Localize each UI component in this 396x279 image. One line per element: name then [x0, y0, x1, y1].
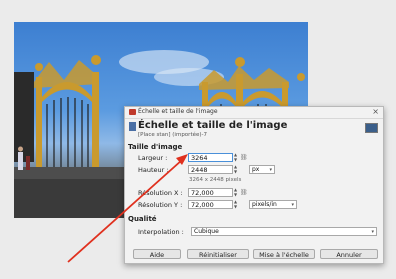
header-subtitle: [Place stan] (importée)-7: [138, 132, 207, 138]
chain-icon[interactable]: ⛓: [240, 154, 248, 174]
width-field[interactable]: 3264: [188, 153, 233, 162]
scale-button[interactable]: Mise à l'échelle: [253, 249, 315, 259]
help-button[interactable]: Aide: [133, 249, 181, 259]
dialog-titlebar[interactable]: Échelle et taille de l'image ×: [125, 107, 383, 119]
yres-label: Résolution Y :: [138, 201, 183, 209]
chevron-down-icon: ▾: [291, 202, 294, 208]
xres-spin-arrows-icon[interactable]: ▲ ▼: [233, 187, 238, 197]
chevron-down-icon: ▾: [269, 167, 272, 173]
yres-field[interactable]: 72,000: [188, 200, 233, 209]
width-label: Largeur :: [138, 154, 168, 162]
chevron-down-icon: ▾: [371, 229, 374, 235]
image-size-section-title: Taille d'image: [128, 143, 183, 151]
interpolation-label: Interpolation :: [138, 228, 184, 236]
dialog-header: Échelle et taille de l'image [Place stan…: [125, 119, 383, 139]
quality-section-title: Qualité: [128, 215, 157, 223]
xres-label: Résolution X :: [138, 189, 183, 197]
res-chain-icon[interactable]: ⛓: [240, 189, 248, 209]
scale-icon: [129, 122, 136, 131]
yres-spin-arrows-icon[interactable]: ▲ ▼: [233, 199, 238, 209]
header-title: Échelle et taille de l'image: [138, 120, 288, 131]
gimp-icon: [129, 109, 136, 115]
resolution-unit-select[interactable]: pixels/in ▾: [249, 200, 297, 209]
interpolation-select[interactable]: Cubique ▾: [191, 227, 377, 236]
xres-field[interactable]: 72,000: [188, 188, 233, 197]
resolution-unit-value: pixels/in: [252, 201, 277, 208]
cancel-button[interactable]: Annuler: [320, 249, 378, 259]
close-icon[interactable]: ×: [372, 107, 379, 117]
height-label: Hauteur :: [138, 166, 169, 174]
unit-select[interactable]: px ▾: [249, 165, 275, 174]
scale-image-dialog: Échelle et taille de l'image × Échelle e…: [124, 106, 384, 264]
reset-button[interactable]: Réinitialiser: [187, 249, 249, 259]
unit-select-value: px: [252, 166, 260, 173]
interpolation-value: Cubique: [194, 228, 219, 235]
pixel-dimensions-note: 3264 x 2448 pixels: [189, 177, 242, 183]
height-spin-arrows-icon[interactable]: ▲ ▼: [233, 164, 238, 174]
window-title: Échelle et taille de l'image: [138, 108, 218, 115]
image-thumbnail: [365, 123, 378, 133]
width-spin-arrows-icon[interactable]: ▲ ▼: [233, 152, 238, 162]
height-field[interactable]: 2448: [188, 165, 233, 174]
